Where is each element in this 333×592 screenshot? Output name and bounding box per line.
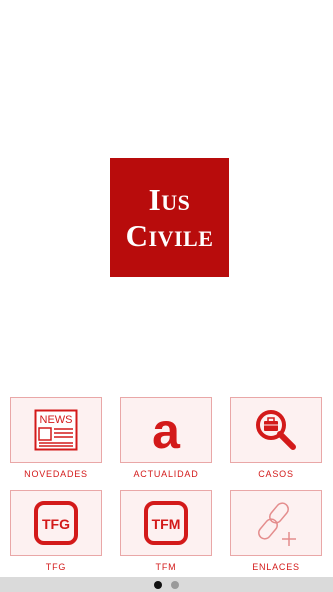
svg-text:NEWS: NEWS (40, 414, 73, 426)
tile-box (230, 397, 322, 463)
tfg-badge-icon: TFG (34, 501, 78, 545)
tile-label: CASOS (258, 469, 294, 479)
svg-text:TFM: TFM (152, 516, 181, 532)
menu-tile-novedades[interactable]: NEWS NOVEDADES (10, 397, 102, 479)
tile-box (230, 490, 322, 556)
tile-label: TFM (155, 562, 177, 572)
tile-label: ACTUALIDAD (133, 469, 199, 479)
page-dot-1[interactable] (154, 580, 162, 589)
svg-text:TFG: TFG (42, 516, 70, 532)
menu-grid: NEWS NOVEDADES a ACTUALIDAD CASOS TFG TF… (0, 0, 333, 592)
tile-box: a (120, 397, 212, 463)
link-add-icon (258, 502, 296, 546)
tile-box: TFM (120, 490, 212, 556)
svg-text:a: a (152, 408, 181, 452)
letter-a-icon: a (152, 408, 181, 452)
menu-tile-casos[interactable]: CASOS (230, 397, 322, 479)
briefcase-search-icon (256, 410, 296, 450)
menu-tile-tfg[interactable]: TFG TFG (10, 490, 102, 572)
menu-tile-tfm[interactable]: TFM TFM (120, 490, 212, 572)
tile-label: TFG (45, 562, 67, 572)
tile-box: NEWS (10, 397, 102, 463)
tile-box: TFG (10, 490, 102, 556)
tfm-badge-icon: TFM (144, 501, 188, 545)
newspaper-icon: NEWS (34, 409, 78, 451)
tile-label: NOVEDADES (24, 469, 88, 479)
page-indicator (0, 577, 333, 592)
tile-label: ENLACES (252, 562, 300, 572)
page-dot-2[interactable] (171, 580, 179, 589)
menu-tile-actualidad[interactable]: a ACTUALIDAD (120, 397, 212, 479)
menu-tile-enlaces[interactable]: ENLACES (230, 490, 322, 572)
